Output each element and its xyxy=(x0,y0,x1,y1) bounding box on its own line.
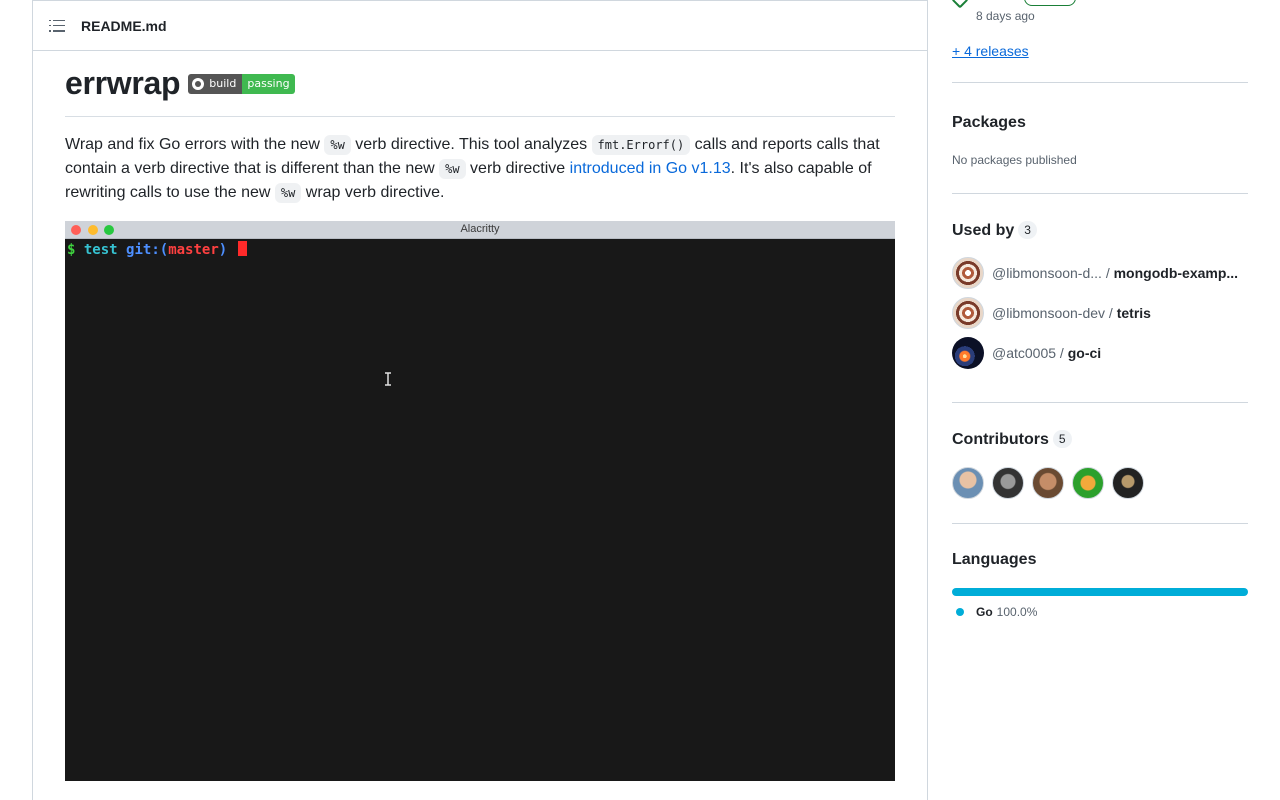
text-cursor-icon xyxy=(385,372,391,386)
language-bar xyxy=(952,588,1248,596)
separator: / xyxy=(1101,265,1114,281)
readme-description: Wrap and fix Go errors with the new %w v… xyxy=(65,133,895,205)
used-by-owner: @atc0005 xyxy=(992,345,1057,361)
contributor-avatar[interactable] xyxy=(1032,467,1064,499)
contributors-title[interactable]: Contributors 5 xyxy=(952,430,1072,449)
used-by-repo: go-ci xyxy=(1067,345,1102,361)
separator: / xyxy=(1056,345,1068,361)
used-by-item[interactable]: @libmonsoon-d... / mongodb-examp... xyxy=(952,257,1248,289)
text: verb directive. This tool analyzes xyxy=(350,136,592,153)
divider xyxy=(952,523,1248,524)
text: Wrap and fix Go errors with the new xyxy=(65,136,325,153)
prompt-git-close: ) xyxy=(218,242,228,258)
badge-status: passing xyxy=(242,73,295,94)
prompt-git: git:( xyxy=(126,242,169,258)
language-name: Go xyxy=(976,605,993,619)
readme-heading-row: errwrap build passing xyxy=(65,51,895,117)
tag-icon xyxy=(951,0,969,9)
contributors-list xyxy=(952,467,1152,499)
language-percent: 100.0% xyxy=(996,605,1038,619)
avatar xyxy=(952,337,984,369)
inline-code: fmt.Errorf() xyxy=(591,135,691,155)
terminal-prompt: $ test git:(master) xyxy=(67,241,247,258)
terminal-window-title: Alacritty xyxy=(460,223,500,235)
prompt-branch: master xyxy=(168,242,219,258)
readme-panel: README.md errwrap build passing Wrap and… xyxy=(32,0,928,800)
prompt-dir: test xyxy=(83,242,118,258)
divider xyxy=(952,402,1248,403)
contributor-avatar[interactable] xyxy=(1072,467,1104,499)
used-by-item[interactable]: @atc0005 / go-ci xyxy=(952,337,1248,369)
divider xyxy=(952,193,1248,194)
release-date: 8 days ago xyxy=(976,9,1035,23)
terminal-demo-gif: Alacritty $ test git:(master) xyxy=(65,221,895,781)
avatar xyxy=(952,257,984,289)
contributors-count: 5 xyxy=(1052,430,1072,448)
used-by-label: Used by xyxy=(952,222,1015,239)
terminal-titlebar: Alacritty xyxy=(65,221,895,239)
readme-header: README.md xyxy=(33,1,927,51)
separator: / xyxy=(1105,305,1117,321)
inline-code: %w xyxy=(274,183,302,203)
terminal-cursor xyxy=(237,241,247,256)
badge-label: build xyxy=(209,77,237,90)
releases-link[interactable]: + 4 releases xyxy=(952,43,1029,59)
used-by-count: 3 xyxy=(1018,221,1037,239)
packages-title[interactable]: Packages xyxy=(952,114,1026,132)
language-item-go[interactable]: Go 100.0% xyxy=(956,605,1037,619)
contributor-avatar[interactable] xyxy=(952,467,984,499)
table-of-contents-icon[interactable] xyxy=(49,18,65,34)
readme-content: errwrap build passing Wrap and fix Go er… xyxy=(65,51,895,205)
packages-empty: No packages published xyxy=(952,153,1077,167)
languages-title: Languages xyxy=(952,551,1037,568)
prompt-symbol: $ xyxy=(67,242,76,258)
used-by-repo: mongodb-examp... xyxy=(1113,265,1239,281)
contributor-avatar[interactable] xyxy=(1112,467,1144,499)
readme-filename: README.md xyxy=(81,17,167,34)
readme-heading: errwrap xyxy=(65,65,181,101)
latest-label xyxy=(1024,0,1076,6)
used-by-owner: @libmonsoon-dev xyxy=(992,305,1106,321)
language-color-icon xyxy=(956,608,964,616)
build-badge[interactable]: build passing xyxy=(188,73,295,94)
text: verb directive xyxy=(465,160,570,177)
github-icon xyxy=(192,77,205,90)
used-by-repo: tetris xyxy=(1116,305,1151,321)
contributors-label: Contributors xyxy=(952,431,1049,448)
divider xyxy=(952,82,1248,83)
text: wrap verb directive. xyxy=(301,184,445,201)
inline-code: %w xyxy=(324,135,351,155)
used-by-item[interactable]: @libmonsoon-dev / tetris xyxy=(952,297,1248,329)
inline-code: %w xyxy=(439,159,466,179)
avatar xyxy=(952,297,984,329)
used-by-owner: @libmonsoon-d... xyxy=(992,265,1102,281)
used-by-title[interactable]: Used by 3 xyxy=(952,221,1037,240)
contributor-avatar[interactable] xyxy=(992,467,1024,499)
go-release-link[interactable]: introduced in Go v1.13 xyxy=(570,160,731,177)
